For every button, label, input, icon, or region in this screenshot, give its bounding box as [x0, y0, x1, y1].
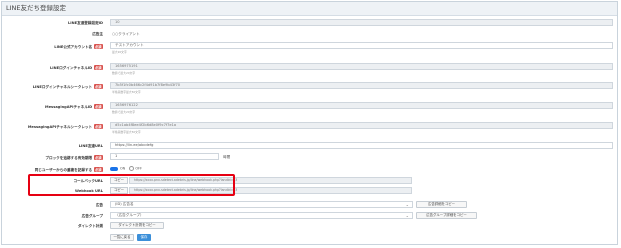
off-radio[interactable]: [129, 166, 135, 171]
same-user-label: 同じユーザーからの重複を記録する: [34, 168, 93, 172]
friend-url-input[interactable]: https://lin.ee/abcdefg: [110, 142, 613, 149]
required-badge: 必須: [93, 84, 103, 89]
expire-label: ブロックを追跡する有効期限: [45, 156, 93, 160]
expire-input[interactable]: 1: [110, 153, 219, 160]
msg-channel-secret-hint: 半角英数字最大50文字: [112, 130, 141, 134]
row-reg-id: LINE友達登録設定ID 10: [2, 19, 617, 29]
row-msg-channel-secret: MessagingAPIチャネルシークレット 必須 d5c1ab4f8ee4f2b…: [2, 122, 617, 134]
page-title: LINE友だち登録設定: [2, 2, 617, 16]
required-badge: 必須: [93, 44, 103, 49]
msg-channel-secret-label: MessagingAPIチャネルシークレット: [27, 125, 93, 129]
account-name-hint: 最大20文字: [112, 50, 127, 54]
msg-channel-secret-input[interactable]: d5c1ab4f8ee4f2b6d8e0f9c7f7e1a: [110, 122, 613, 129]
direct-label: ダイレクト計測: [77, 224, 103, 228]
required-badge: 必須: [93, 124, 103, 129]
save-button[interactable]: 保存: [137, 234, 151, 241]
row-ad-group: 広告グループ （広告グループ） ⌄ 広告グループ詳細をコピー: [2, 212, 617, 222]
direct-copy-button[interactable]: ダイレクト計測をコピー: [110, 222, 164, 229]
chevron-down-icon: ⌄: [405, 213, 409, 218]
toggle-switch[interactable]: [110, 166, 118, 171]
ad-label: 広告: [95, 203, 103, 207]
client-label: 広告主: [92, 32, 103, 36]
row-expire: ブロックを追跡する有効期限 必須 1 時間: [2, 153, 617, 163]
settings-panel: LINE友だち登録設定 LINE友達登録設定ID 10 広告主 ○○クライアント…: [1, 1, 618, 245]
required-badge: 必須: [93, 167, 103, 172]
row-direct: ダイレクト計測 ダイレクト計測をコピー: [2, 222, 617, 232]
account-name-input[interactable]: テストアカウント: [110, 42, 613, 49]
login-channel-secret-hint: 半角英数字最大50文字: [112, 90, 141, 94]
toggle-off-label: OFF: [135, 166, 142, 171]
msg-channel-id-input[interactable]: 1656976122: [110, 102, 613, 109]
login-channel-id-hint: 数値で最大20文字: [112, 71, 136, 75]
msg-channel-id-hint: 数値で最大20文字: [112, 110, 136, 114]
ad-select-value: (ID) 広告名: [115, 202, 134, 206]
row-login-channel-secret: LINEログインチャネルシークレット 必須 7b5f1fc0b466c2f4d91…: [2, 82, 617, 94]
back-button[interactable]: 一覧に戻る: [110, 234, 134, 241]
reg-id-label: LINE友達登録設定ID: [68, 21, 103, 25]
required-badge: 必須: [93, 104, 103, 109]
login-channel-secret-label: LINEログインチャネルシークレット: [32, 85, 93, 89]
row-client: 広告主 ○○クライアント: [2, 30, 617, 40]
client-value: ○○クライアント: [112, 32, 140, 36]
ad-group-select[interactable]: （広告グループ） ⌄: [110, 212, 413, 219]
ad-select[interactable]: (ID) 広告名 ⌄: [110, 201, 413, 208]
login-channel-id-label: LINEログインチャネルID: [50, 66, 93, 70]
row-actions: 一覧に戻る 保存: [2, 234, 617, 244]
row-ad: 広告 (ID) 広告名 ⌄ 広告詳細をコピー: [2, 201, 617, 211]
ad-copy-button[interactable]: 広告詳細をコピー: [416, 201, 467, 208]
same-user-toggle[interactable]: ON OFF: [110, 166, 142, 171]
toggle-on-label: ON: [120, 166, 126, 171]
login-channel-id-input[interactable]: 1656975191: [110, 63, 613, 70]
friend-url-label: LINE友達URL: [78, 144, 103, 148]
required-badge: 必須: [93, 65, 103, 70]
ad-group-copy-button[interactable]: 広告グループ詳細をコピー: [416, 212, 477, 219]
msg-channel-id-label: MessagingAPIチャネルID: [45, 105, 93, 109]
highlight-box: [28, 174, 235, 196]
chevron-down-icon: ⌄: [405, 202, 409, 207]
expire-unit: 時間: [223, 155, 231, 159]
row-account-name: LINE公式アカウント名 必須 テストアカウント 最大20文字: [2, 42, 617, 54]
row-login-channel-id: LINEログインチャネルID 必須 1656975191 数値で最大20文字: [2, 63, 617, 75]
required-badge: 必須: [93, 155, 103, 160]
ad-group-select-value: （広告グループ）: [115, 213, 144, 217]
reg-id-field: 10: [110, 19, 613, 26]
ad-group-label: 広告グループ: [81, 214, 103, 218]
login-channel-secret-input[interactable]: 7b5f1fc0b466c2f4d91b7f8e9b43f70: [110, 82, 613, 89]
account-name-label: LINE公式アカウント名: [54, 45, 93, 49]
row-friend-url: LINE友達URL https://lin.ee/abcdefg: [2, 142, 617, 152]
row-msg-channel-id: MessagingAPIチャネルID 必須 1656976122 数値で最大20文…: [2, 102, 617, 114]
